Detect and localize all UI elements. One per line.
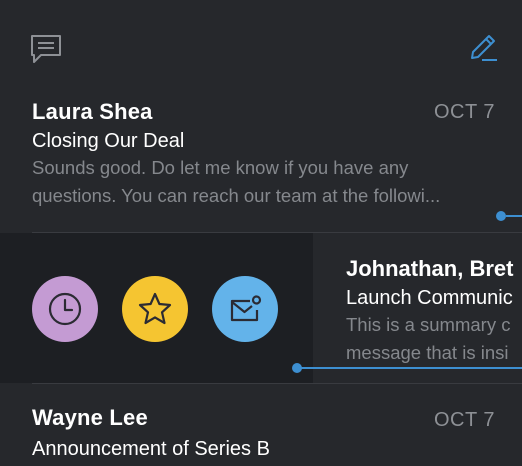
envelope-unread-icon xyxy=(230,295,262,322)
email-preview: Sounds good. Do let me know if you have … xyxy=(32,154,440,210)
email-list-item[interactable]: Wayne Lee OCT 7 Announcement of Series B xyxy=(0,384,522,466)
swipe-indicator-dot xyxy=(292,363,302,373)
star-icon xyxy=(138,292,172,325)
toolbar xyxy=(0,0,522,96)
email-sender: Laura Shea xyxy=(32,99,153,124)
email-subject: Launch Communic xyxy=(346,287,513,309)
swipe-indicator-dot xyxy=(496,211,506,221)
swipe-indicator-line xyxy=(506,215,522,217)
compose-pencil-icon[interactable] xyxy=(468,30,500,62)
mark-unread-button[interactable] xyxy=(212,276,278,342)
email-sender: Wayne Lee xyxy=(32,405,148,430)
chat-bubble-icon[interactable] xyxy=(30,34,62,64)
email-preview-line: questions. You can reach our team at the… xyxy=(32,185,441,206)
email-preview: This is a summary c message that is insi xyxy=(346,311,510,367)
email-preview-line: message that is insi xyxy=(346,342,509,363)
email-subject: Closing Our Deal xyxy=(32,130,185,152)
swipe-actions-row: Johnathan, Bret Launch Communic This is … xyxy=(0,233,522,383)
clock-icon xyxy=(48,292,82,326)
email-date: OCT 7 xyxy=(433,409,495,431)
email-subject: Announcement of Series B xyxy=(32,438,270,460)
email-list-item[interactable]: Johnathan, Bret Launch Communic This is … xyxy=(313,233,522,383)
swipe-indicator-line xyxy=(300,367,522,369)
email-date: OCT 7 xyxy=(433,101,495,123)
email-sender: Johnathan, Bret xyxy=(346,256,514,281)
snooze-button[interactable] xyxy=(32,276,98,342)
email-list-item[interactable]: Laura Shea OCT 7 Closing Our Deal Sounds… xyxy=(0,96,522,233)
star-button[interactable] xyxy=(122,276,188,342)
email-preview-line: This is a summary c xyxy=(346,314,511,335)
email-preview-line: Sounds good. Do let me know if you have … xyxy=(32,157,409,178)
